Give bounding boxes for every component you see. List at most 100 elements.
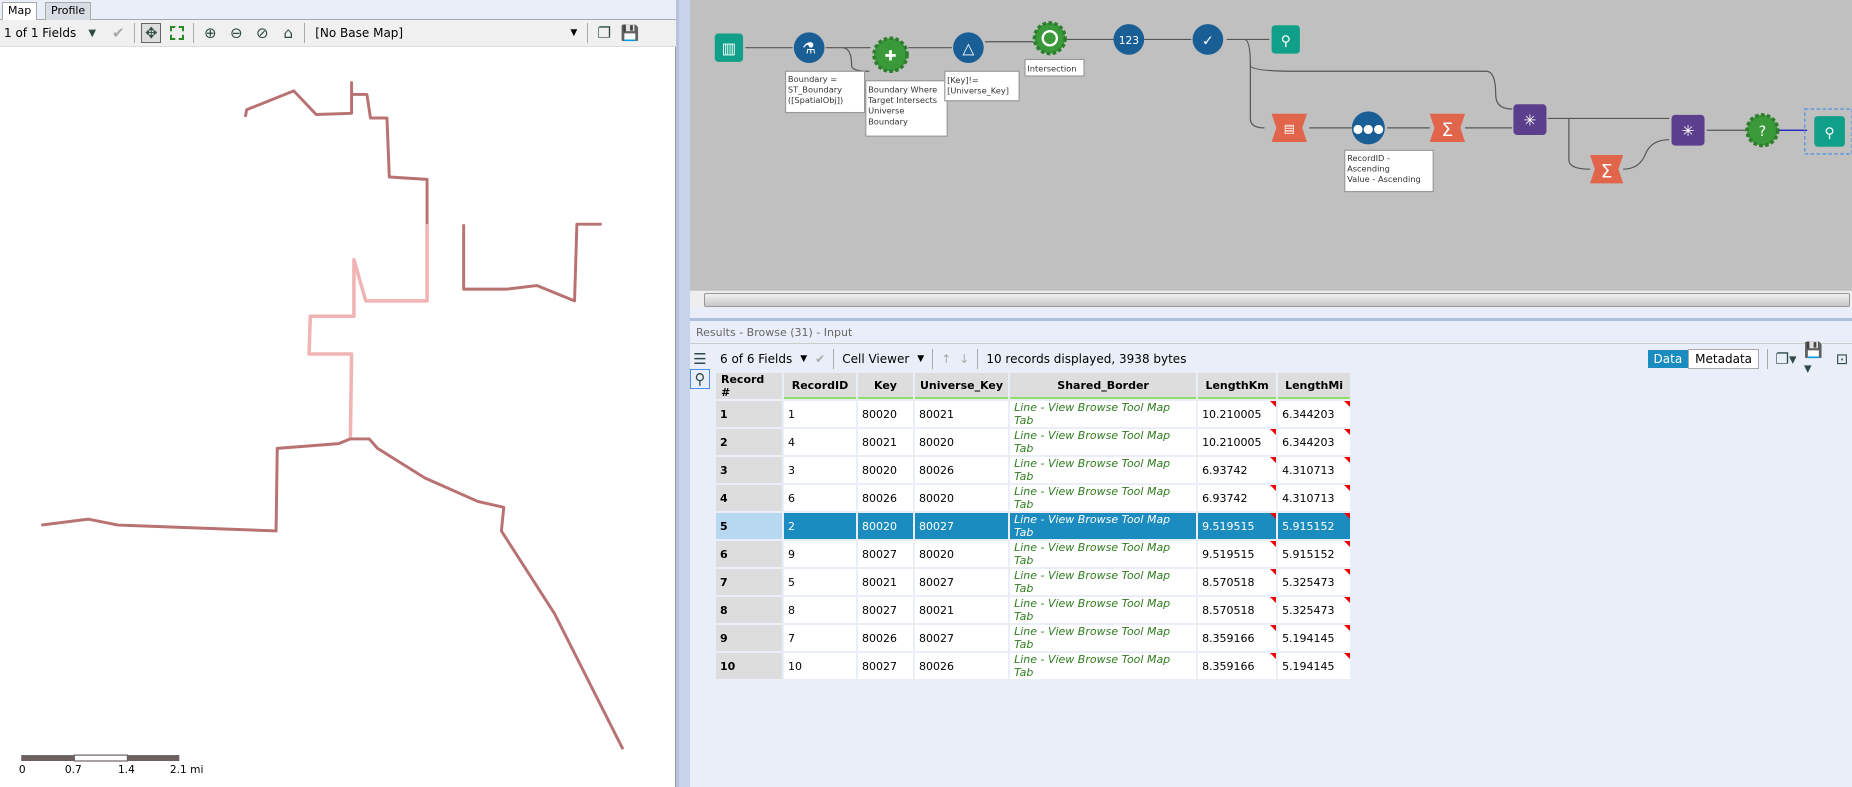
table-cell[interactable]: 5.194145 xyxy=(1278,653,1351,679)
table-row[interactable]: 4 6 80026 80020 Line - View Browse Tool Map … xyxy=(716,485,1351,511)
map-view[interactable]: 0 0.7 1.4 2.1 mi xyxy=(0,0,676,787)
table-cell[interactable]: 5.915152 xyxy=(1278,513,1351,539)
column-header[interactable]: Shared_Border xyxy=(1010,373,1197,399)
table-cell[interactable]: Line - View Browse Tool Map Tab xyxy=(1010,653,1197,679)
table-cell[interactable]: 80027 xyxy=(858,541,913,567)
column-header[interactable]: Key xyxy=(858,373,913,399)
tool-summarize[interactable]: Σ xyxy=(1590,155,1624,184)
table-cell[interactable]: 4.310713 xyxy=(1278,457,1351,483)
table-cell[interactable]: 80027 xyxy=(858,653,913,679)
row-number[interactable]: 8 xyxy=(716,597,782,623)
table-cell[interactable]: 5.325473 xyxy=(1278,597,1351,623)
table-cell[interactable]: 5.325473 xyxy=(1278,569,1351,595)
column-header[interactable]: Record # xyxy=(716,373,782,399)
table-row[interactable]: 5 2 80020 80027 Line - View Browse Tool Map … xyxy=(716,513,1351,539)
scrollbar-thumb[interactable] xyxy=(704,293,1850,307)
export-icon[interactable]: ⊡ xyxy=(1832,349,1852,369)
tool-browse[interactable]: ⚲ xyxy=(1271,25,1300,54)
table-cell[interactable]: 5.194145 xyxy=(1278,625,1351,651)
tool-spatial-process[interactable] xyxy=(1032,21,1067,56)
table-cell[interactable]: 8.359166 xyxy=(1198,653,1277,679)
table-cell[interactable]: 2 xyxy=(784,513,856,539)
table-cell[interactable]: 7 xyxy=(784,625,856,651)
table-cell[interactable]: 80026 xyxy=(858,485,913,511)
table-cell[interactable]: 80027 xyxy=(915,569,1009,595)
table-cell[interactable]: 9 xyxy=(784,541,856,567)
table-cell[interactable]: Line - View Browse Tool Map Tab xyxy=(1010,457,1197,483)
row-number[interactable]: 7 xyxy=(716,569,782,595)
tool-join[interactable]: ✳ xyxy=(1513,104,1547,135)
table-row[interactable]: 8 8 80027 80021 Line - View Browse Tool Map … xyxy=(716,597,1351,623)
table-cell[interactable]: 80026 xyxy=(915,457,1009,483)
table-cell[interactable]: 10.210005 xyxy=(1198,429,1277,455)
metadata-tab-button[interactable]: Metadata xyxy=(1688,348,1759,369)
tool-join[interactable]: ✳ xyxy=(1671,114,1705,146)
row-number[interactable]: 6 xyxy=(716,541,782,567)
tool-spatial-match[interactable]: ✚ xyxy=(872,36,909,74)
table-row[interactable]: 1 1 80020 80021 Line - View Browse Tool Map … xyxy=(716,401,1351,427)
table-cell[interactable]: Line - View Browse Tool Map Tab xyxy=(1010,569,1197,595)
table-cell[interactable]: 80027 xyxy=(915,513,1009,539)
table-cell[interactable]: Line - View Browse Tool Map Tab xyxy=(1010,513,1197,539)
table-row[interactable]: 9 7 80026 80027 Line - View Browse Tool Map … xyxy=(716,625,1351,651)
tool-test[interactable]: ? xyxy=(1745,113,1780,148)
table-cell[interactable]: 8.570518 xyxy=(1198,597,1277,623)
table-cell[interactable]: 9.519515 xyxy=(1198,541,1277,567)
table-cell[interactable]: Line - View Browse Tool Map Tab xyxy=(1010,401,1197,427)
table-row[interactable]: 3 3 80020 80026 Line - View Browse Tool Map … xyxy=(716,457,1351,483)
tool-record-id[interactable]: 123 xyxy=(1113,24,1145,55)
workflow-canvas[interactable]: ▥ ⚗ ✚ △ 123 ✓ ⚲ ▤ ●●● Σ ✳ Σ ✳ ? ⚲ Bounda… xyxy=(690,0,1852,290)
tool-formula[interactable]: ⚗ xyxy=(793,32,825,64)
row-number[interactable]: 2 xyxy=(716,429,782,455)
table-cell[interactable]: 80021 xyxy=(915,401,1009,427)
arrow-down-icon[interactable]: ↓ xyxy=(959,352,969,366)
table-cell[interactable]: 80020 xyxy=(915,429,1009,455)
tool-select[interactable]: ✓ xyxy=(1192,24,1224,55)
column-header[interactable]: Universe_Key xyxy=(915,373,1009,399)
table-cell[interactable]: 8 xyxy=(784,597,856,623)
tool-filter[interactable]: △ xyxy=(953,32,984,64)
table-cell[interactable]: 80027 xyxy=(858,597,913,623)
column-header[interactable]: LengthMi xyxy=(1278,373,1351,399)
canvas-horizontal-scrollbar[interactable] xyxy=(690,290,1852,307)
border-line[interactable] xyxy=(243,81,429,225)
table-cell[interactable]: 4 xyxy=(784,429,856,455)
table-cell[interactable]: Line - View Browse Tool Map Tab xyxy=(1010,429,1197,455)
row-number[interactable]: 9 xyxy=(716,625,782,651)
row-number[interactable]: 4 xyxy=(716,485,782,511)
table-cell[interactable]: 80020 xyxy=(858,513,913,539)
binoculars-icon[interactable]: ⚲ xyxy=(690,369,710,389)
table-cell[interactable]: 1 xyxy=(784,401,856,427)
table-cell[interactable]: 5.915152 xyxy=(1278,541,1351,567)
arrow-up-icon[interactable]: ↑ xyxy=(941,352,951,366)
table-cell[interactable]: 80026 xyxy=(858,625,913,651)
table-row[interactable]: 2 4 80021 80020 Line - View Browse Tool Map … xyxy=(716,429,1351,455)
table-cell[interactable]: 4.310713 xyxy=(1278,485,1351,511)
table-cell[interactable]: 80020 xyxy=(858,401,913,427)
table-cell[interactable]: 80021 xyxy=(915,597,1009,623)
border-line[interactable] xyxy=(350,437,625,750)
row-number[interactable]: 10 xyxy=(716,653,782,679)
tool-input[interactable]: ▥ xyxy=(714,33,744,62)
table-cell[interactable]: Line - View Browse Tool Map Tab xyxy=(1010,485,1197,511)
table-cell[interactable]: 80020 xyxy=(915,485,1009,511)
row-number[interactable]: 3 xyxy=(716,457,782,483)
chevron-down-icon[interactable]: ▼ xyxy=(917,354,924,364)
border-line-highlight[interactable] xyxy=(307,224,429,439)
table-cell[interactable]: 10 xyxy=(784,653,856,679)
row-number[interactable]: 1 xyxy=(716,401,782,427)
table-cell[interactable]: Line - View Browse Tool Map Tab xyxy=(1010,541,1197,567)
table-cell[interactable]: 80021 xyxy=(858,429,913,455)
table-cell[interactable]: 5 xyxy=(784,569,856,595)
data-tab-button[interactable]: Data xyxy=(1647,349,1689,368)
table-cell[interactable]: 8.359166 xyxy=(1198,625,1277,651)
table-cell[interactable]: 3 xyxy=(784,457,856,483)
copy-icon[interactable]: ❐▾ xyxy=(1776,349,1797,369)
table-cell[interactable]: Line - View Browse Tool Map Tab xyxy=(1010,625,1197,651)
tool-tile[interactable]: ●●● xyxy=(1351,111,1385,145)
column-header[interactable]: LengthKm xyxy=(1198,373,1277,399)
border-line[interactable] xyxy=(41,437,351,533)
table-row[interactable]: 10 10 80027 80026 Line - View Browse Tool Ma… xyxy=(716,653,1351,679)
tool-browse-selected[interactable]: ⚲ xyxy=(1804,108,1852,155)
row-number[interactable]: 5 xyxy=(716,513,782,539)
